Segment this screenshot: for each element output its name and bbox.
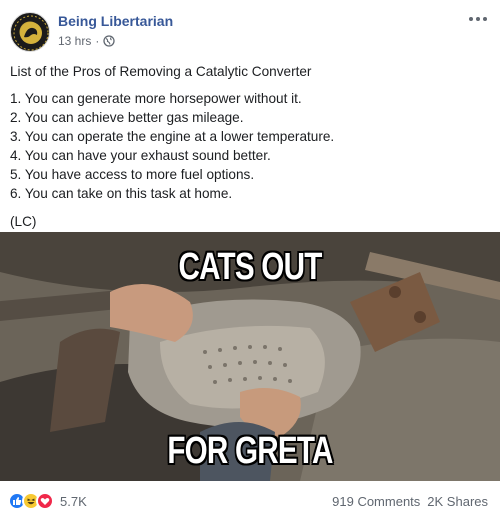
more-dot (483, 17, 487, 21)
post-timestamp[interactable]: 13 hrs (58, 34, 91, 48)
avatar-emblem-icon (13, 15, 49, 51)
list-item: 4. You can have your exhaust sound bette… (10, 148, 271, 163)
list-item: 6. You can take on this task at home. (10, 186, 233, 201)
list-item: 5. You have access to more fuel options. (10, 167, 255, 182)
post-signature: (LC) (10, 214, 37, 229)
meme-caption-bottom: FOR GRETA (167, 430, 333, 472)
post-image[interactable]: CATS OUT FOR GRETA (0, 232, 500, 481)
more-dot (476, 17, 480, 21)
list-item: 1. You can generate more horsepower with… (10, 91, 302, 106)
meme-caption-top: CATS OUT (178, 246, 322, 288)
engagement-stats: 919 Comments 2K Shares (332, 494, 488, 509)
list-item: 3. You can operate the engine at a lower… (10, 129, 335, 144)
page-name-link[interactable]: Being Libertarian (58, 13, 173, 29)
reactions-summary[interactable]: 5.7K (8, 492, 87, 510)
globe-icon[interactable] (103, 35, 116, 47)
post-body: List of the Pros of Removing a Catalytic… (10, 62, 490, 231)
love-icon (36, 492, 54, 510)
comments-count-link[interactable]: 919 Comments (332, 494, 420, 509)
reaction-count: 5.7K (60, 493, 87, 509)
shares-count-link[interactable]: 2K Shares (427, 494, 488, 509)
page-avatar[interactable] (10, 12, 50, 52)
meta-separator: · (95, 34, 100, 48)
post-title: List of the Pros of Removing a Catalytic… (10, 64, 312, 79)
more-options-icon (469, 17, 473, 21)
post-meta: 13 hrs · (58, 34, 116, 48)
more-options-button[interactable] (466, 10, 490, 28)
list-item: 2. You can achieve better gas mileage. (10, 110, 244, 125)
post-footer: 5.7K 919 Comments 2K Shares (0, 481, 500, 522)
facebook-post: Being Libertarian 13 hrs · List of the P… (0, 0, 500, 522)
